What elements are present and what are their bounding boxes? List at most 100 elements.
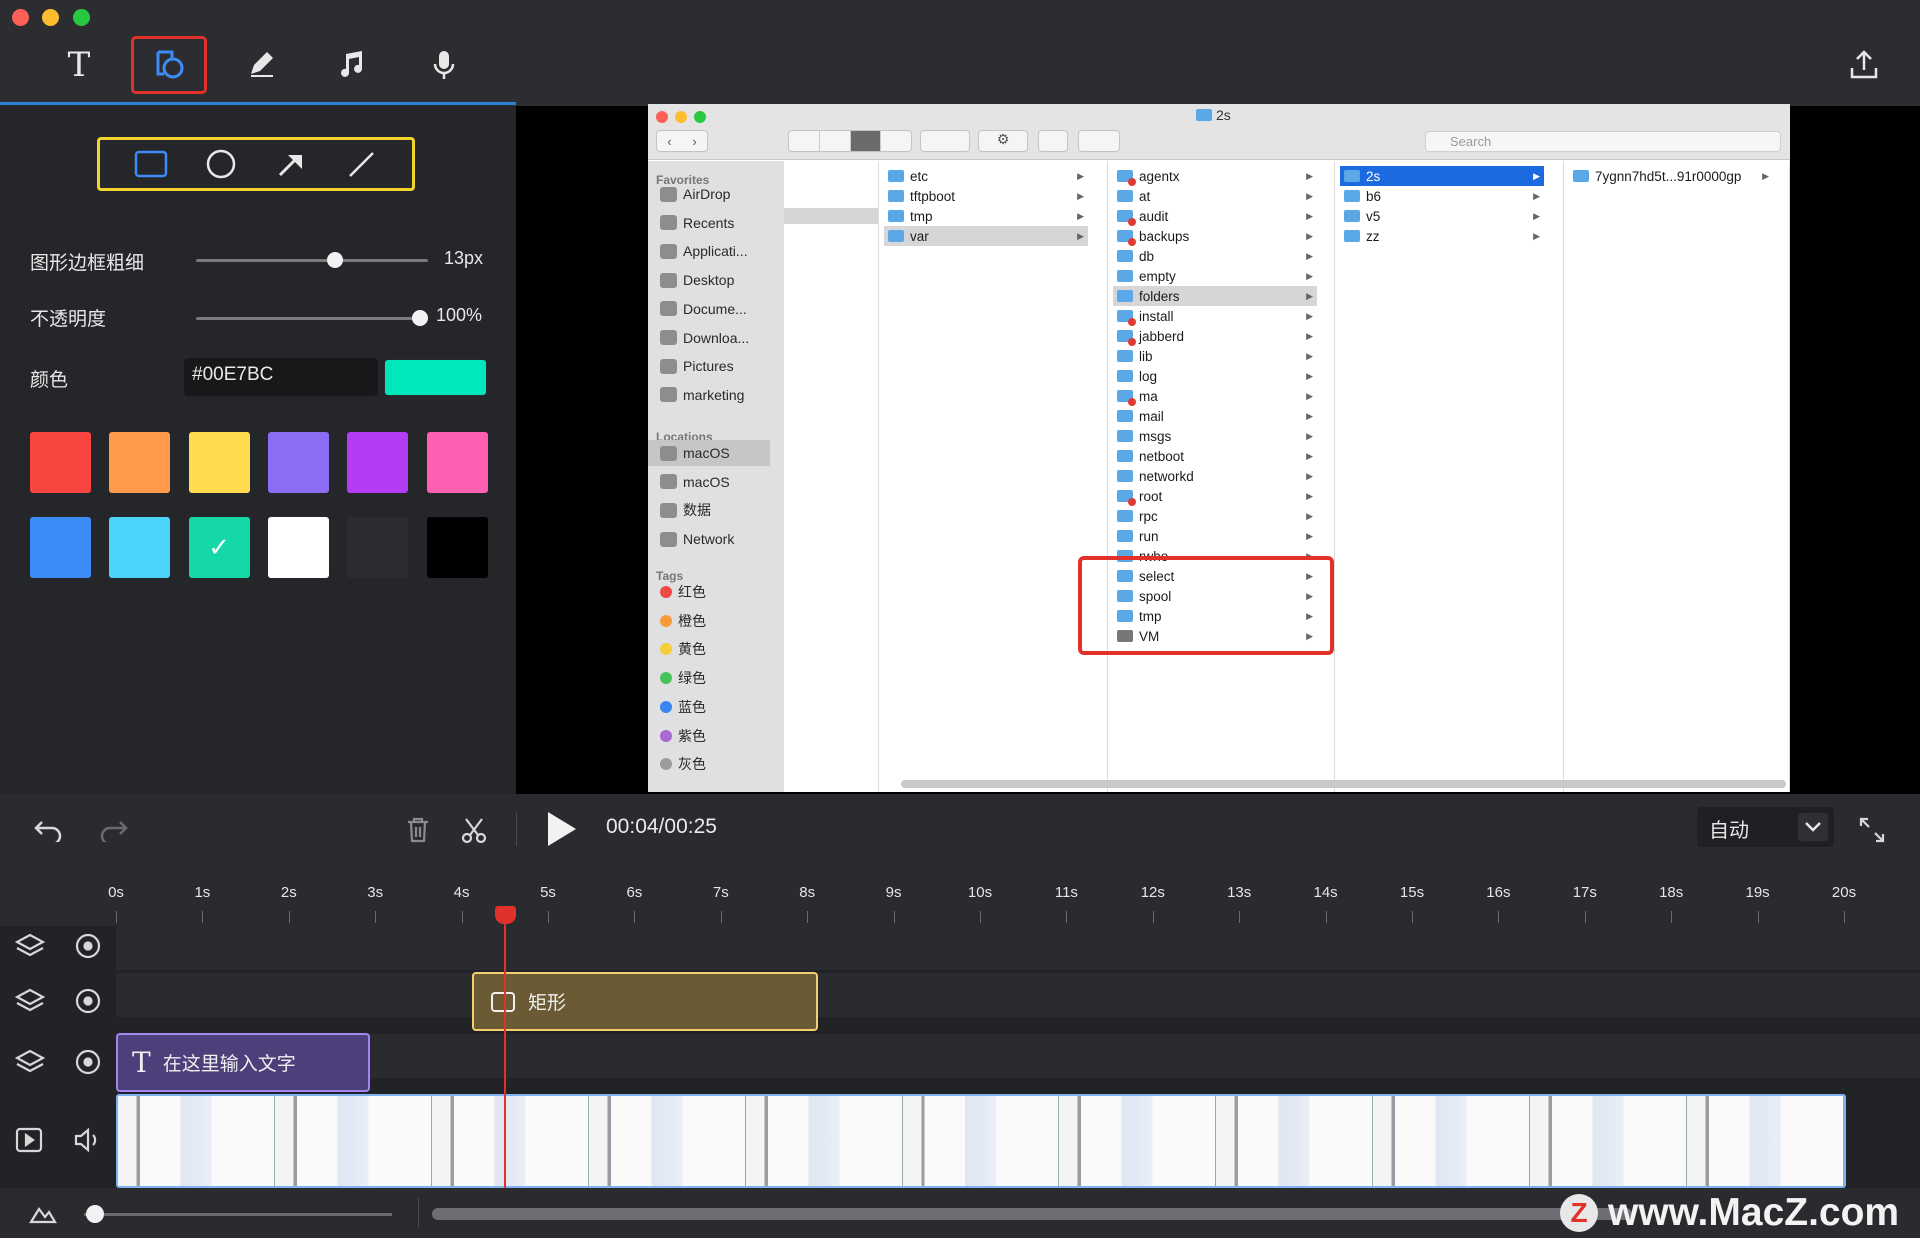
color-swatch[interactable]	[188, 432, 250, 493]
eye-icon[interactable]	[74, 1048, 102, 1081]
sidebar-item[interactable]: macOS	[660, 469, 778, 495]
opacity-knob[interactable]	[412, 310, 428, 326]
finder-row[interactable]: install ▶	[1113, 306, 1317, 326]
sidebar-item[interactable]: Desktop	[660, 267, 778, 293]
finder-horizontal-scrollbar[interactable]	[901, 780, 1786, 788]
sidebar-item[interactable]: Recents	[660, 210, 778, 236]
finder-row[interactable]: jabberd ▶	[1113, 326, 1317, 346]
finder-row[interactable]: etc ▶	[884, 166, 1088, 186]
finder-row[interactable]: empty ▶	[1113, 266, 1317, 286]
sidebar-item[interactable]: Network	[660, 526, 778, 552]
sidebar-item[interactable]: macOS	[648, 440, 770, 466]
finder-row[interactable]: run ▶	[1113, 526, 1317, 546]
shape-tool-button[interactable]	[131, 36, 207, 94]
redo-button[interactable]	[96, 812, 132, 848]
line-shape-button[interactable]	[341, 144, 381, 184]
finder-row[interactable]: zz ▶	[1340, 226, 1544, 246]
sidebar-item[interactable]: marketing	[660, 382, 778, 408]
pen-tool-button[interactable]	[224, 36, 300, 94]
finder-row[interactable]: tftpboot ▶	[884, 186, 1088, 206]
finder-row[interactable]: 2s ▶	[1340, 166, 1544, 186]
finder-row[interactable]: 7ygnn7hd5t...91r0000gp ▶	[1569, 166, 1773, 186]
circle-shape-button[interactable]	[201, 144, 241, 184]
finder-search-field[interactable]: Search	[1425, 131, 1781, 152]
finder-row[interactable]: var ▶	[884, 226, 1088, 246]
timeline-zoom-knob[interactable]	[86, 1205, 104, 1223]
finder-row[interactable]: lib ▶	[1113, 346, 1317, 366]
color-swatch[interactable]	[30, 432, 91, 493]
sidebar-tag[interactable]: 橙色	[660, 608, 778, 634]
color-hex-input[interactable]: #00E7BC	[184, 358, 378, 396]
border-width-slider[interactable]	[196, 252, 428, 268]
color-swatch[interactable]	[267, 432, 329, 493]
color-swatch[interactable]	[426, 432, 488, 493]
playhead-handle[interactable]	[494, 906, 516, 924]
mic-tool-button[interactable]	[406, 36, 482, 94]
finder-row[interactable]: mail ▶	[1113, 406, 1317, 426]
color-swatch[interactable]	[109, 432, 171, 493]
timeline-zoom-slider[interactable]	[84, 1213, 392, 1216]
finder-row[interactable]: root ▶	[1113, 486, 1317, 506]
sidebar-tag[interactable]: 绿色	[660, 665, 778, 691]
finder-row[interactable]: msgs ▶	[1113, 426, 1317, 446]
arrow-shape-button[interactable]	[271, 144, 311, 184]
group-button[interactable]	[920, 130, 970, 152]
timeline-scrollbar[interactable]	[432, 1208, 1632, 1220]
fullscreen-button[interactable]	[1854, 812, 1890, 848]
sidebar-tag[interactable]: 灰色	[660, 751, 778, 777]
finder-nav-buttons[interactable]: ‹ ›	[656, 130, 708, 152]
tag-icon[interactable]	[1078, 130, 1120, 152]
finder-row[interactable]: audit ▶	[1113, 206, 1317, 226]
finder-row[interactable]: ma ▶	[1113, 386, 1317, 406]
finder-view-switcher[interactable]	[788, 130, 912, 152]
sidebar-tag[interactable]: 红色	[660, 579, 778, 605]
video-clip[interactable]	[116, 1094, 1846, 1188]
finder-row[interactable]: netboot ▶	[1113, 446, 1317, 466]
sidebar-item[interactable]: Downloa...	[660, 325, 778, 351]
minimize-button[interactable]	[42, 9, 59, 26]
finder-row[interactable]: rpc ▶	[1113, 506, 1317, 526]
finder-row[interactable]: networkd ▶	[1113, 466, 1317, 486]
finder-row[interactable]: agentx ▶	[1113, 166, 1317, 186]
color-swatch[interactable]	[347, 432, 409, 493]
text-clip[interactable]: T 在这里输入文字	[116, 1033, 370, 1092]
layer-icon[interactable]	[14, 988, 45, 1019]
zoom-button[interactable]	[73, 9, 90, 26]
rectangle-shape-button[interactable]	[131, 144, 171, 184]
text-tool-button[interactable]: T	[41, 36, 117, 94]
finder-row[interactable]: v5 ▶	[1340, 206, 1544, 226]
finder-row[interactable]: log ▶	[1113, 366, 1317, 386]
playhead-line[interactable]	[503, 906, 506, 1190]
eye-icon[interactable]	[74, 932, 102, 965]
color-picker-button[interactable]	[384, 359, 487, 396]
video-icon[interactable]	[15, 1127, 43, 1158]
highlight-rectangle[interactable]	[1078, 556, 1334, 655]
zoom-timeline-button[interactable]	[28, 1200, 58, 1228]
sidebar-item[interactable]: 数据	[660, 497, 778, 523]
sidebar-tag[interactable]: 黄色	[660, 636, 778, 662]
layer-icon[interactable]	[14, 1049, 45, 1080]
cut-button[interactable]	[456, 812, 492, 848]
delete-button[interactable]	[400, 812, 436, 848]
layer-icon[interactable]	[14, 933, 45, 964]
sidebar-item[interactable]: Docume...	[660, 296, 778, 322]
finder-row[interactable]: tmp ▶	[884, 206, 1088, 226]
finder-row[interactable]: db ▶	[1113, 246, 1317, 266]
sidebar-item[interactable]: Applicati...	[660, 238, 778, 264]
sidebar-tag[interactable]: 蓝色	[660, 694, 778, 720]
sidebar-tag[interactable]: 紫色	[660, 723, 778, 749]
timeline-ruler[interactable]: 0s 1s 2s 3s 4s 5s 6s 7s 8s 9s 10s 11s 12s 13s 14s 15s 16…	[0, 866, 1920, 926]
color-swatch[interactable]: ✓	[188, 517, 250, 578]
music-tool-button[interactable]	[314, 36, 390, 94]
undo-button[interactable]	[30, 812, 66, 848]
eye-icon[interactable]	[74, 987, 102, 1020]
finder-row[interactable]: at ▶	[1113, 186, 1317, 206]
color-swatch[interactable]	[109, 517, 171, 578]
finder-row[interactable]: folders ▶	[1113, 286, 1317, 306]
volume-icon[interactable]	[73, 1127, 101, 1158]
opacity-slider[interactable]	[196, 310, 428, 326]
color-swatch[interactable]	[347, 517, 409, 578]
export-button[interactable]	[1826, 36, 1902, 94]
action-gear-icon[interactable]: ⚙	[978, 130, 1028, 152]
sidebar-item[interactable]: AirDrop	[660, 181, 778, 207]
